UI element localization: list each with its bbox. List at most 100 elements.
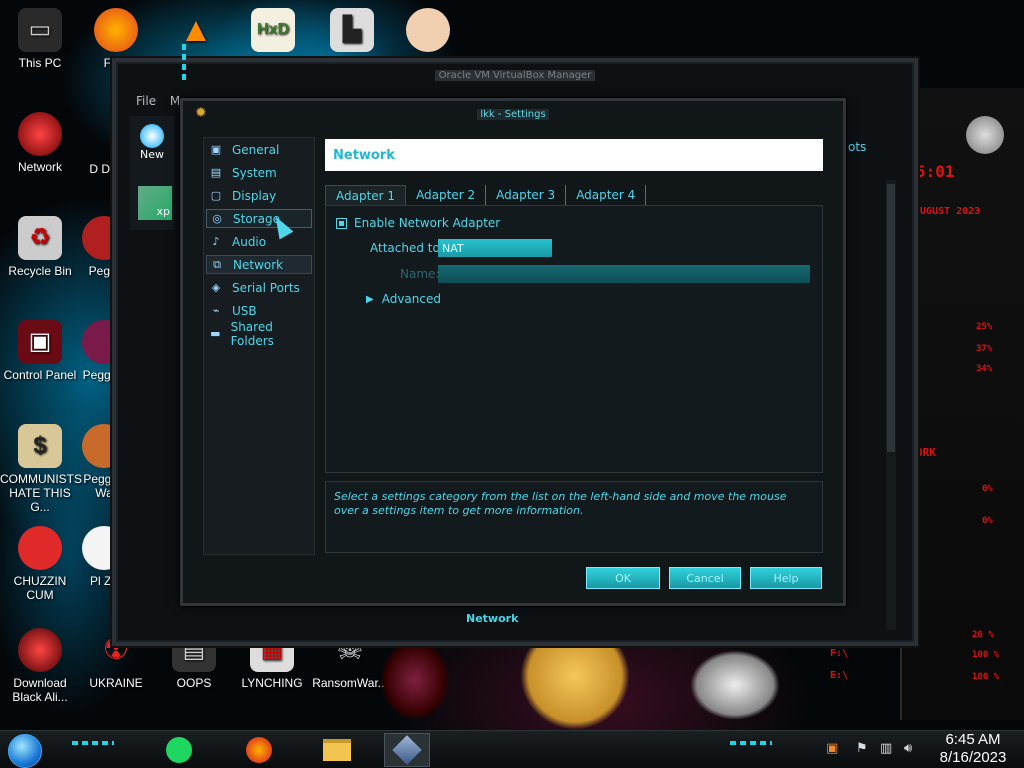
spotify-icon [166, 737, 192, 763]
file-explorer-icon [323, 739, 351, 761]
doctor-icon [406, 8, 450, 52]
category-storage[interactable]: ◎ Storage [206, 209, 312, 228]
system-monitor-widget: 5:01 AUGUST 2023 25% 37% 34% ORK 0% 0% 2… [830, 88, 1024, 720]
audio-icon: ♪ [212, 235, 220, 248]
adapter-1-panel: Enable Network Adapter Attached to: NAT … [325, 205, 823, 473]
category-audio[interactable]: ♪ Audio [206, 232, 312, 251]
tab-adapter-3[interactable]: Adapter 3 [486, 185, 567, 205]
display-icon: ▢ [210, 189, 222, 202]
volume-icon[interactable]: 🔊︎ [904, 741, 912, 756]
menu-machine[interactable]: M [170, 94, 180, 108]
desktop-icon-vlc[interactable]: ▲ [166, 8, 226, 56]
attached-to-label: Attached to: [370, 241, 444, 255]
category-serial-ports[interactable]: ◈ Serial Ports [206, 278, 312, 297]
taskbar-accent [72, 741, 114, 745]
vlc-icon: ▲ [179, 11, 213, 49]
starburst-icon [140, 124, 164, 148]
network-tray-icon[interactable]: ▥ [880, 741, 892, 756]
taskbar: ▣ ⚑ ▥ 🔊︎ 6:45 AM 8/16/2023 [0, 730, 1024, 768]
vbox-scrollbar[interactable] [886, 180, 896, 630]
start-button[interactable] [8, 734, 42, 768]
alien-logo-icon [966, 116, 1004, 154]
desktop-icon-app[interactable]: ▙ [322, 8, 382, 56]
clock-time: 6:45 AM [945, 731, 1001, 748]
recycle-bin-icon: ♻ [18, 216, 62, 260]
desktop-icon-this-pc[interactable]: ▭ This PC [0, 8, 80, 70]
cancel-button[interactable]: Cancel [669, 567, 741, 589]
category-display[interactable]: ▢ Display [206, 186, 312, 205]
enable-network-adapter-checkbox[interactable]: Enable Network Adapter [336, 216, 500, 230]
menu-file[interactable]: File [136, 94, 156, 108]
settings-title: lkk - Settings [477, 108, 549, 120]
new-vm-button[interactable]: New [130, 124, 174, 161]
desktop-icon-doctor[interactable] [398, 8, 458, 56]
adapter-tabs: Adapter 1 Adapter 2 Adapter 3 Adapter 4 [325, 185, 647, 205]
name-select-disabled [438, 265, 810, 283]
checkbox-checked-icon [336, 217, 347, 229]
vm-list-item-xp[interactable]: xp [138, 186, 172, 220]
clock-date: 8/16/2023 [939, 749, 1007, 766]
taskbar-spotify[interactable] [156, 733, 202, 767]
usb-icon: ⌁ [212, 304, 220, 317]
category-usb[interactable]: ⌁ USB [206, 301, 312, 320]
tab-adapter-2[interactable]: Adapter 2 [406, 185, 487, 205]
chevron-right-icon: ▶ [366, 293, 374, 305]
attached-to-select[interactable]: NAT [438, 239, 552, 257]
category-shared-folders[interactable]: ▬ Shared Folders [206, 320, 312, 348]
category-system[interactable]: ▤ System [206, 163, 312, 182]
virtualbox-icon [392, 735, 422, 765]
name-label: Name: [400, 267, 440, 281]
system-icon: ▤ [210, 166, 222, 179]
computer-icon: ▭ [18, 8, 62, 52]
wallpaper-character-art [520, 640, 630, 730]
vbox-title: Oracle VM VirtualBox Manager [434, 69, 596, 81]
taskbar-accent-right [730, 741, 772, 745]
gear-icon: ✹ [195, 105, 207, 121]
desktop-icon-hxd[interactable]: HxD [243, 8, 303, 56]
taskbar-firefox[interactable] [236, 733, 282, 767]
firefox-icon [94, 8, 138, 52]
desktop-icon-communists[interactable]: $ COMMUNISTS HATE THIS G... [0, 424, 82, 514]
taskbar-clock[interactable]: 6:45 AM 8/16/2023 [930, 731, 1016, 767]
settings-category-list: ▣ General ▤ System ▢ Display ◎ Storage ♪… [203, 137, 315, 555]
snapshots-tab-fragment[interactable]: ots [848, 140, 866, 154]
network-icon: ⧉ [213, 257, 221, 271]
flag-icon[interactable]: ⚑ [856, 741, 868, 756]
alien-icon [18, 628, 62, 672]
chuzzle-icon [18, 526, 62, 570]
desktop-icon-network[interactable]: Network [0, 112, 80, 174]
desktop-icon-recycle-bin[interactable]: ♻ Recycle Bin [0, 216, 80, 278]
vbox-title-bar[interactable]: Oracle VM VirtualBox Manager [116, 62, 914, 88]
desktop-icon-chuzzin[interactable]: CHUZZIN CUM [0, 526, 80, 602]
desktop-icon-download-black-ali[interactable]: Download Black Ali... [0, 628, 80, 704]
hxd-icon: HxD [251, 8, 295, 52]
settings-title-bar[interactable]: lkk - Settings [183, 101, 843, 127]
shared-folders-icon: ▬ [210, 327, 221, 340]
tab-adapter-4[interactable]: Adapter 4 [566, 185, 647, 205]
taskbar-file-explorer[interactable] [314, 733, 360, 767]
settings-info-panel: Select a settings category from the list… [325, 481, 823, 553]
money-bag-icon: $ [18, 424, 62, 468]
category-network[interactable]: ⧉ Network [206, 255, 312, 274]
tray-app-icon[interactable]: ▣ [826, 741, 838, 756]
settings-dialog[interactable]: lkk - Settings ✹ ▣ General ▤ System ▢ Di… [180, 98, 846, 606]
category-general[interactable]: ▣ General [206, 140, 312, 159]
ok-button[interactable]: OK [586, 567, 660, 589]
scrollbar-thumb[interactable] [887, 184, 895, 452]
tab-adapter-1[interactable]: Adapter 1 [325, 185, 407, 205]
app-icon: ▙ [330, 8, 374, 52]
help-button[interactable]: Help [750, 567, 822, 589]
vbox-menubar: File M [136, 94, 180, 108]
desktop-icon-control-panel[interactable]: ▣ Control Panel [0, 320, 80, 382]
frame-accent [182, 44, 186, 84]
page-title: Network [325, 139, 823, 171]
general-icon: ▣ [210, 143, 222, 156]
wallpaper-boot-art [380, 640, 450, 720]
details-network-label: Network [466, 612, 519, 625]
control-panel-icon: ▣ [18, 320, 62, 364]
taskbar-virtualbox[interactable] [384, 733, 430, 767]
storage-icon: ◎ [212, 212, 222, 225]
firefox-icon [246, 737, 272, 763]
wallpaper-shoe-art [690, 650, 780, 720]
advanced-toggle[interactable]: ▶ Advanced [366, 292, 441, 306]
